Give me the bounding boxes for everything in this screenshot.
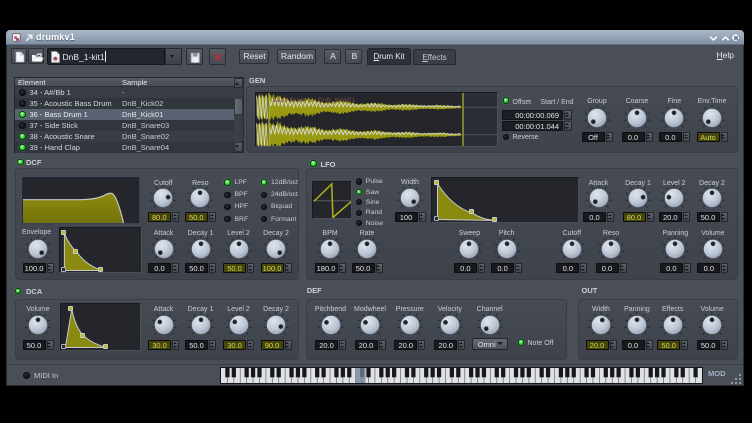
svg-text:Bass Drum 1 - DnB_Kick01: Bass Drum 1 - DnB_Kick01 (272, 97, 355, 104)
